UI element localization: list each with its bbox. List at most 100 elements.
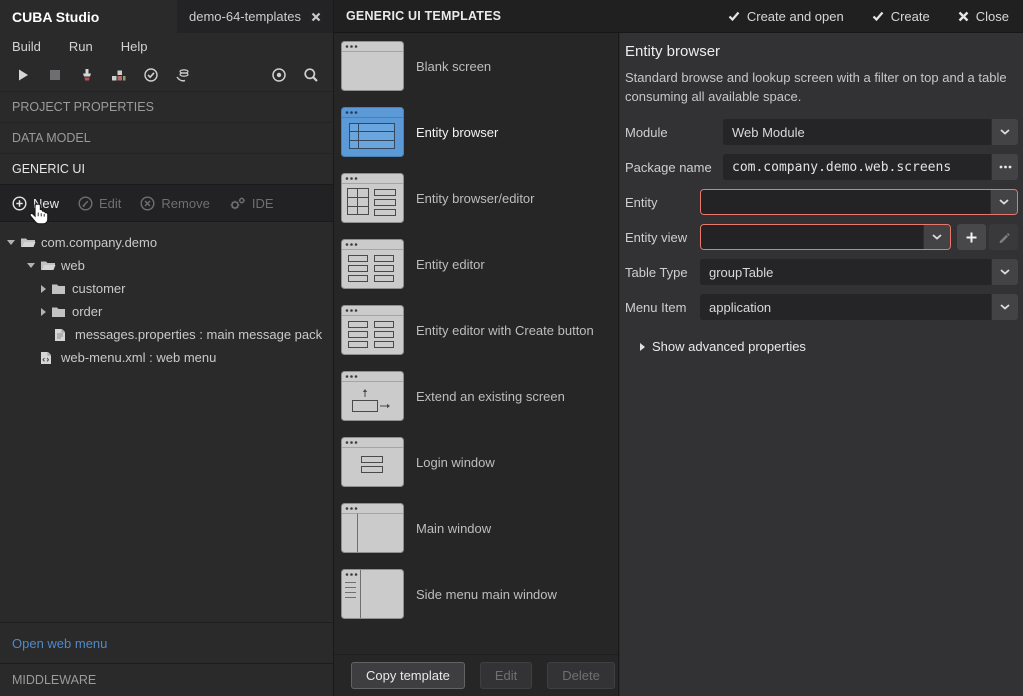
menu-item-row: Menu Item application: [625, 294, 1018, 320]
ide-button[interactable]: IDE: [229, 196, 274, 211]
blocks-icon[interactable]: [110, 67, 127, 84]
chevron-down-icon[interactable]: [991, 294, 1018, 320]
create-button[interactable]: Create: [872, 9, 930, 24]
app-title: CUBA Studio: [12, 9, 99, 25]
package-name-value[interactable]: com.company.demo.web.screens: [723, 154, 991, 180]
menu-item-select[interactable]: application: [700, 294, 1018, 320]
stop-icon[interactable]: [46, 67, 63, 84]
create-and-open-button[interactable]: Create and open: [728, 9, 844, 24]
template-extend-existing-screen[interactable]: Extend an existing screen: [341, 371, 618, 421]
menu-run[interactable]: Run: [55, 39, 107, 54]
templates-header: GENERIC UI TEMPLATES Create and open Cre…: [334, 0, 1023, 33]
template-entity-browser-editor[interactable]: Entity browser/editor: [341, 173, 618, 223]
folder-open-icon: [20, 236, 36, 250]
add-view-button[interactable]: [957, 224, 986, 250]
pencil-circle-icon: [78, 196, 93, 211]
delete-template-button[interactable]: Delete: [547, 662, 615, 689]
table-type-select[interactable]: groupTable: [700, 259, 1018, 285]
module-select[interactable]: Web Module: [723, 119, 1018, 145]
chevron-down-icon[interactable]: [991, 119, 1018, 145]
hand-coins-icon[interactable]: [174, 67, 191, 84]
template-main-window[interactable]: Main window: [341, 503, 618, 553]
new-button[interactable]: New: [12, 196, 59, 211]
module-value: Web Module: [723, 119, 991, 145]
template-login-window[interactable]: Login window: [341, 437, 618, 487]
section-data-model[interactable]: DATA MODEL: [0, 122, 333, 153]
project-tree: com.company.demo web customer: [0, 222, 333, 369]
tree-item-root-package[interactable]: com.company.demo: [0, 231, 333, 254]
check-circle-icon[interactable]: [142, 67, 159, 84]
open-web-menu-row: Open web menu: [0, 622, 333, 663]
caret-right-icon[interactable]: [41, 285, 46, 293]
entity-editor-create-thumbnail: [341, 305, 404, 355]
edit-view-button[interactable]: [989, 224, 1018, 250]
tree-item-web-menu-xml[interactable]: web-menu.xml : web menu: [0, 346, 333, 369]
ellipsis-icon[interactable]: [991, 154, 1018, 180]
template-entity-browser[interactable]: Entity browser: [341, 107, 618, 157]
close-button[interactable]: Close: [958, 9, 1009, 24]
gears-icon: [229, 196, 246, 211]
tab-close-icon[interactable]: [311, 12, 321, 22]
menu-build[interactable]: Build: [12, 39, 55, 54]
chevron-down-icon[interactable]: [991, 259, 1018, 285]
generic-ui-actions: New Edit Remove IDE: [0, 184, 333, 222]
edit-button[interactable]: Edit: [78, 196, 121, 211]
show-advanced-properties-toggle[interactable]: Show advanced properties: [625, 339, 1018, 354]
copy-template-button[interactable]: Copy template: [351, 662, 465, 689]
folder-closed-icon: [51, 305, 67, 319]
module-row: Module Web Module: [625, 119, 1018, 145]
caret-down-icon[interactable]: [27, 263, 35, 268]
details-description: Standard browse and lookup screen with a…: [625, 68, 1020, 106]
menu-help[interactable]: Help: [107, 39, 162, 54]
folder-closed-icon: [51, 282, 67, 296]
entity-view-label: Entity view: [625, 230, 700, 245]
search-icon[interactable]: [302, 67, 319, 84]
target-icon[interactable]: [270, 67, 287, 84]
remove-button[interactable]: Remove: [140, 196, 209, 211]
entity-value[interactable]: [701, 190, 990, 214]
entity-label: Entity: [625, 195, 700, 210]
file-icon: [54, 328, 70, 342]
template-blank-screen[interactable]: Blank screen: [341, 41, 618, 91]
entity-view-row: Entity view: [625, 224, 1018, 250]
entity-select[interactable]: [700, 189, 1018, 215]
menu-item-value: application: [700, 294, 991, 320]
tree-item-web[interactable]: web: [0, 254, 333, 277]
main-window-thumbnail: [341, 503, 404, 553]
template-entity-editor-create-button[interactable]: Entity editor with Create button: [341, 305, 618, 355]
template-side-menu-main-window[interactable]: Side menu main window: [341, 569, 618, 619]
entity-view-select[interactable]: [700, 224, 951, 250]
caret-down-icon[interactable]: [7, 240, 15, 245]
tree-item-customer[interactable]: customer: [0, 277, 333, 300]
entity-browser-thumbnail: [341, 107, 404, 157]
plus-icon: [966, 232, 977, 243]
left-header: CUBA Studio demo-64-templates: [0, 0, 333, 33]
package-name-label: Package name: [625, 160, 723, 175]
play-icon[interactable]: [14, 67, 31, 84]
section-generic-ui[interactable]: GENERIC UI: [0, 153, 333, 184]
entity-view-value[interactable]: [701, 225, 923, 249]
package-name-field[interactable]: com.company.demo.web.screens: [723, 154, 1018, 180]
cuba-studio-window: CUBA Studio demo-64-templates Build Run …: [0, 0, 1023, 696]
tree-item-order[interactable]: order: [0, 300, 333, 323]
section-project-properties[interactable]: PROJECT PROPERTIES: [0, 91, 333, 122]
templates-header-title: GENERIC UI TEMPLATES: [346, 9, 501, 23]
section-middleware[interactable]: MIDDLEWARE: [0, 663, 333, 696]
chevron-down-icon[interactable]: [990, 190, 1017, 214]
left-panel-bottom: Open web menu MIDDLEWARE: [0, 622, 333, 696]
caret-right-icon: [640, 343, 645, 351]
templates-footer: Copy template Edit Delete: [334, 654, 618, 696]
template-entity-editor[interactable]: Entity editor: [341, 239, 618, 289]
tree-item-messages-properties[interactable]: messages.properties : main message pack: [0, 323, 333, 346]
module-label: Module: [625, 125, 723, 140]
caret-right-icon[interactable]: [41, 308, 46, 316]
table-type-value: groupTable: [700, 259, 991, 285]
side-menu-main-window-thumbnail: [341, 569, 404, 619]
project-tab[interactable]: demo-64-templates: [177, 0, 333, 33]
edit-template-button[interactable]: Edit: [480, 662, 532, 689]
chevron-down-icon[interactable]: [923, 225, 950, 249]
check-icon: [728, 11, 740, 22]
templates-header-actions: Create and open Create Close: [728, 9, 1009, 24]
open-web-menu-link[interactable]: Open web menu: [12, 636, 107, 651]
brush-icon[interactable]: [78, 67, 95, 84]
